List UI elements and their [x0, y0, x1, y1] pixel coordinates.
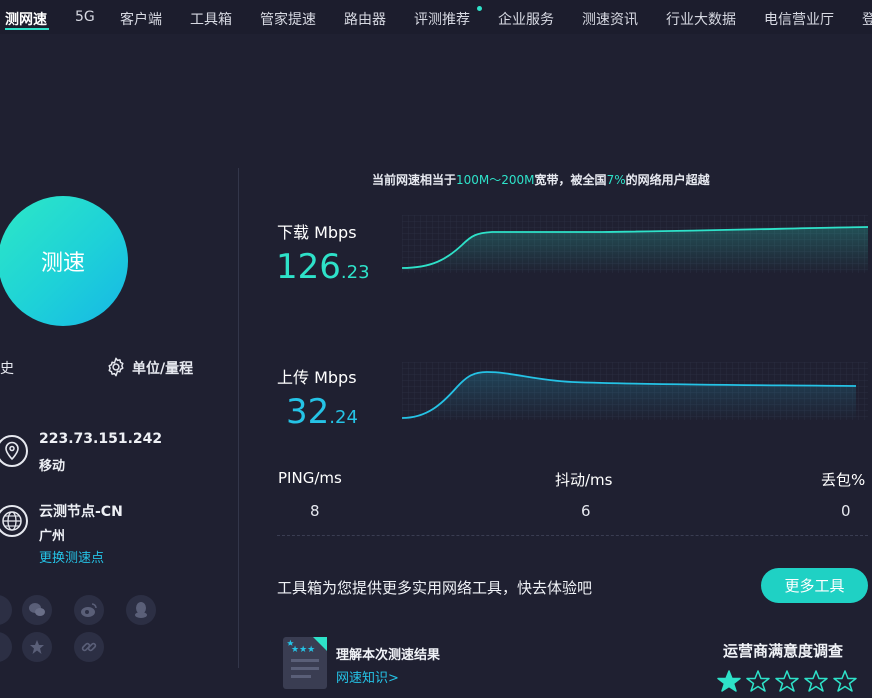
download-chart	[402, 215, 868, 273]
jitter-value: 6	[581, 502, 591, 520]
rating-star-icon[interactable]	[745, 669, 771, 693]
survey-title: 运营商满意度调查	[723, 642, 844, 660]
rating-star-icon[interactable]	[832, 669, 858, 693]
jitter-label: 抖动/ms	[555, 471, 613, 489]
nav-item-news[interactable]: 测速资讯	[582, 9, 638, 29]
svg-text:★★★: ★★★	[291, 645, 315, 655]
toolbox-promo-text: 工具箱为您提供更多实用网络工具，快去体验吧	[277, 579, 593, 597]
share-partial-icon[interactable]	[0, 632, 12, 662]
nav-item-bigdata[interactable]: 行业大数据	[666, 9, 736, 29]
packet-loss-label: 丢包%	[821, 471, 866, 489]
nav-item-router[interactable]: 路由器	[344, 9, 386, 29]
copy-link-icon[interactable]	[74, 632, 104, 662]
nav-item-reviews[interactable]: 评测推荐	[414, 9, 470, 29]
download-speed: 126.23	[276, 247, 370, 287]
change-node-link[interactable]: 更换测速点	[39, 547, 104, 566]
top-nav: 测网速 5G 客户端 工具箱 管家提速 路由器 评测推荐 企业服务 测速资讯 行…	[0, 0, 872, 34]
globe-icon	[0, 505, 28, 537]
satisfaction-rating	[716, 669, 861, 693]
rating-star-icon[interactable]	[774, 669, 800, 693]
upload-chart	[402, 362, 868, 420]
gear-icon[interactable]	[105, 356, 127, 378]
document-icon: ★★★	[283, 637, 327, 689]
test-node-name: 云测节点-CN	[39, 504, 123, 520]
upload-speed-dec: .24	[329, 407, 358, 428]
summary-suffix: 的网络用户超越	[625, 173, 710, 187]
nav-item-toolbox[interactable]: 工具箱	[190, 9, 232, 29]
summary-middle: 宽带，被全国	[534, 173, 607, 187]
qq-icon[interactable]	[126, 595, 156, 625]
summary-prefix: 当前网速相当于	[372, 173, 457, 187]
nav-item-speedtest[interactable]: 测网速	[5, 9, 47, 29]
speed-knowledge-link[interactable]: 网速知识>	[336, 667, 399, 686]
nav-item-5g[interactable]: 5G	[75, 9, 95, 25]
speed-summary: 当前网速相当于100M～200M宽带，被全国7%的网络用户超越	[372, 171, 710, 188]
rating-star-icon[interactable]	[803, 669, 829, 693]
nav-item-login[interactable]: 登	[862, 9, 872, 29]
upload-speed-int: 32	[286, 392, 330, 432]
qzone-star-icon[interactable]	[22, 632, 52, 662]
panel-divider	[238, 168, 239, 668]
download-speed-dec: .23	[340, 262, 370, 283]
upload-label: 上传 Mbps	[277, 368, 357, 387]
ping-label: PING/ms	[278, 469, 342, 487]
more-tools-button[interactable]: 更多工具	[761, 568, 868, 603]
new-dot-badge	[477, 6, 482, 11]
test-node-city: 广州	[39, 529, 66, 544]
share-partial-icon[interactable]	[0, 595, 12, 625]
nav-item-telecom-hall[interactable]: 电信营业厅	[764, 9, 834, 29]
history-button[interactable]: 历史	[0, 358, 14, 378]
isp-name: 移动	[39, 459, 66, 474]
nav-item-client[interactable]: 客户端	[120, 9, 162, 29]
download-speed-int: 126	[276, 247, 341, 287]
wechat-icon[interactable]	[22, 595, 52, 625]
nav-item-boost[interactable]: 管家提速	[260, 9, 316, 29]
rating-star-icon[interactable]	[716, 669, 742, 693]
ping-value: 8	[310, 502, 320, 520]
units-range-button[interactable]: 单位/量程	[132, 358, 193, 378]
download-label: 下载 Mbps	[277, 223, 357, 242]
nav-item-enterprise[interactable]: 企业服务	[498, 9, 554, 29]
nav-active-underline	[5, 28, 49, 30]
result-guide-title: 理解本次测速结果	[336, 648, 441, 663]
start-test-button[interactable]: 测速	[0, 196, 128, 326]
weibo-icon[interactable]	[74, 595, 104, 625]
ip-address: 223.73.151.242	[39, 431, 163, 447]
summary-percent: 7%	[606, 173, 626, 187]
summary-bandwidth: 100M～200M	[456, 173, 535, 187]
upload-speed: 32.24	[286, 392, 358, 432]
section-divider	[277, 535, 868, 536]
packet-loss-value: 0	[841, 502, 851, 520]
location-pin-icon	[0, 435, 28, 467]
